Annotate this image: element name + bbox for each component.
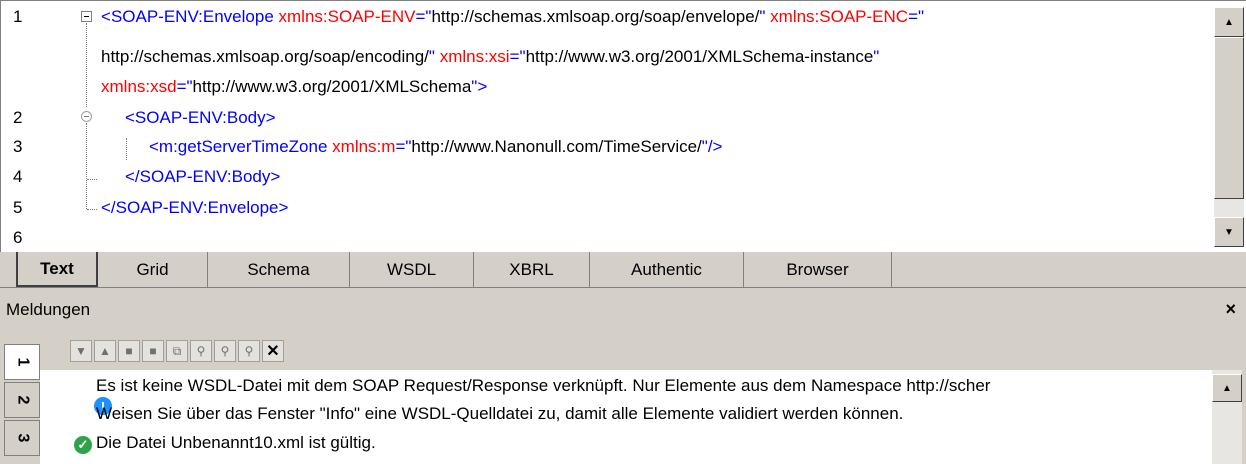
attribute-value: http://schemas.xmlsoap.org/soap/encoding…: [101, 47, 429, 66]
tag-close: "/>: [701, 137, 723, 156]
xml-text-editor[interactable]: 1 2 3 4 5 6 <SOAP-ENV:Envelope xmlns:SOA…: [0, 0, 1246, 253]
code-line-1: <SOAP-ENV:Envelope xmlns:SOAP-ENV="http:…: [101, 7, 924, 27]
tag-bracket: <: [101, 7, 111, 26]
attribute-equals: =": [415, 7, 432, 26]
tab-browser[interactable]: Browser: [744, 252, 892, 287]
code-line-1-wrap-1: http://schemas.xmlsoap.org/soap/encoding…: [101, 47, 879, 67]
clear-icon[interactable]: ✕: [262, 340, 284, 362]
previous-icon[interactable]: ▲: [94, 340, 116, 362]
attribute-value: http://www.w3.org/2001/XMLSchema: [192, 77, 472, 96]
messages-toolbar: ▼ ▲ ■ ■ ⧉ ⚲ ⚲ ⚲ ✕: [70, 340, 284, 368]
fold-guide: [126, 138, 127, 160]
attribute-quote: ": [759, 7, 766, 26]
scroll-up-icon[interactable]: ▲: [1212, 374, 1242, 402]
fold-guide: [86, 23, 87, 107]
scroll-down-icon[interactable]: ▼: [1214, 217, 1244, 247]
tab-label: 1: [14, 357, 31, 367]
element-name: SOAP-ENV:Envelope: [110, 7, 274, 26]
attribute-equals: =": [908, 7, 925, 26]
element-name: </SOAP-ENV:Body>: [125, 167, 281, 186]
code-line-5: </SOAP-ENV:Envelope>: [101, 198, 288, 218]
copy-message-icon[interactable]: ⧉: [166, 340, 188, 362]
code-line-4: </SOAP-ENV:Body>: [125, 167, 280, 187]
success-check-icon: ✓: [74, 436, 92, 454]
attribute-quote: ": [428, 47, 435, 66]
line-number: 5: [13, 198, 23, 217]
element-name: <SOAP-ENV:Body>: [125, 108, 276, 127]
editor-vertical-scrollbar[interactable]: ▲ ▼: [1214, 7, 1244, 247]
copy-icon[interactable]: ■: [118, 340, 140, 362]
tag-close: ">: [471, 77, 488, 96]
attribute-name: xmlns:SOAP-ENV: [278, 7, 416, 26]
code-line-1-wrap-2: xmlns:xsd="http://www.w3.org/2001/XMLSch…: [101, 77, 487, 97]
view-tab-bar: Text Grid Schema WSDL XBRL Authentic Bro…: [0, 252, 1246, 288]
messages-tab-2[interactable]: 2: [4, 382, 40, 418]
fold-guide: [86, 123, 87, 209]
attribute-name: xmlns:m: [332, 137, 396, 156]
find-previous-icon[interactable]: ⚲: [238, 340, 260, 362]
attribute-value: http://www.Nanonull.com/TimeService/: [411, 137, 702, 156]
find-next-icon[interactable]: ⚲: [214, 340, 236, 362]
messages-vertical-scrollbar[interactable]: ▲: [1212, 370, 1242, 464]
messages-list[interactable]: ! Es ist keine WSDL-Datei mit dem SOAP R…: [40, 370, 1212, 464]
line-number: 6: [13, 228, 23, 247]
tab-wsdl[interactable]: WSDL: [350, 252, 474, 287]
tab-label: 2: [14, 395, 31, 405]
message-line[interactable]: Es ist keine WSDL-Datei mit dem SOAP Req…: [96, 376, 990, 396]
message-line[interactable]: Weisen Sie über das Fenster "Info" eine …: [96, 404, 903, 424]
messages-tab-1[interactable]: 1: [4, 344, 40, 380]
attribute-quote: ": [873, 47, 880, 66]
scroll-thumb[interactable]: [1214, 37, 1244, 199]
messages-side-tabs: 1 2 3: [0, 332, 42, 464]
tab-xbrl[interactable]: XBRL: [474, 252, 590, 287]
code-line-2: <SOAP-ENV:Body>: [125, 108, 276, 128]
attribute-equals: =": [509, 47, 526, 66]
fold-toggle-icon[interactable]: [81, 11, 92, 22]
line-number: 1: [13, 7, 23, 26]
close-icon[interactable]: ×: [1225, 299, 1236, 320]
fold-toggle-icon[interactable]: [81, 111, 92, 122]
line-number: 4: [13, 167, 23, 186]
attribute-name: xmlns:xsd: [101, 77, 177, 96]
messages-tab-3[interactable]: 3: [4, 420, 40, 456]
tab-text[interactable]: Text: [16, 252, 98, 287]
attribute-value: http://schemas.xmlsoap.org/soap/envelope…: [431, 7, 760, 26]
attribute-value: http://www.w3.org/2001/XMLSchema-instanc…: [525, 47, 874, 66]
attribute-name: xmlns:xsi: [439, 47, 510, 66]
copy-all-icon[interactable]: ■: [142, 340, 164, 362]
scroll-up-icon[interactable]: ▲: [1214, 7, 1244, 37]
line-number: 2: [13, 108, 23, 127]
find-icon[interactable]: ⚲: [190, 340, 212, 362]
tab-schema[interactable]: Schema: [208, 252, 350, 287]
tab-grid[interactable]: Grid: [98, 252, 208, 287]
messages-window-title-bar: Meldungen ×: [0, 292, 1246, 328]
message-line[interactable]: Die Datei Unbenannt10.xml ist gültig.: [96, 433, 376, 453]
next-icon[interactable]: ▼: [70, 340, 92, 362]
attribute-name: xmlns:SOAP-ENC: [770, 7, 909, 26]
fold-guide: [87, 209, 97, 210]
attribute-equals: =": [176, 77, 193, 96]
element-name: <m:getServerTimeZone: [149, 137, 328, 156]
tab-label: 3: [14, 433, 31, 443]
tab-authentic[interactable]: Authentic: [590, 252, 744, 287]
messages-window-title: Meldungen: [6, 300, 91, 319]
line-number: 3: [13, 137, 23, 156]
element-name: </SOAP-ENV:Envelope>: [101, 198, 289, 217]
line-number-gutter: 1 2 3 4 5 6: [1, 1, 79, 253]
attribute-equals: =": [395, 137, 412, 156]
code-line-3: <m:getServerTimeZone xmlns:m="http://www…: [149, 137, 722, 157]
fold-guide: [87, 179, 97, 180]
